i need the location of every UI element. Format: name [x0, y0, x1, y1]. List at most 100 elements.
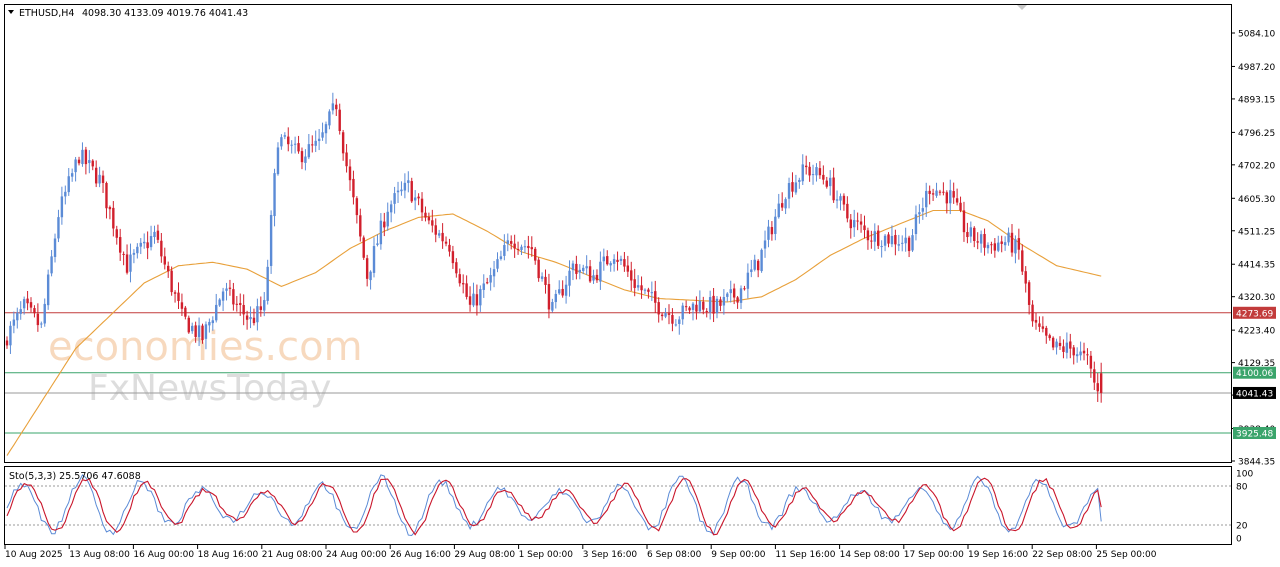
- candle-body: [1051, 337, 1055, 348]
- candle-body: [19, 309, 22, 314]
- candle-body: [345, 152, 348, 167]
- candle-body: [29, 302, 33, 308]
- candle-body: [588, 266, 592, 282]
- candle-body: [118, 237, 122, 253]
- x-tick-label: 3 Sep 16:00: [583, 550, 638, 560]
- candle: [46, 269, 50, 310]
- candle-body: [276, 147, 280, 175]
- candle-body: [612, 259, 616, 264]
- candle: [410, 177, 413, 203]
- candle-body: [684, 306, 688, 308]
- candle-body: [1093, 369, 1096, 383]
- candle-body: [856, 220, 859, 222]
- candle-body: [22, 299, 26, 309]
- candle-body: [866, 230, 870, 241]
- candle-body: [691, 303, 695, 310]
- candle-body: [750, 269, 753, 273]
- candle-body: [537, 259, 540, 279]
- candle-body: [918, 212, 921, 215]
- candle-body: [252, 317, 256, 324]
- candle-body: [952, 191, 955, 198]
- candle-body: [1021, 250, 1024, 272]
- candle-body: [554, 293, 557, 303]
- candle-body: [43, 303, 46, 324]
- y-tick-label: 3844.35: [1238, 458, 1275, 468]
- candle-body: [1099, 373, 1103, 393]
- candle-body: [122, 253, 125, 255]
- candle-body: [215, 304, 218, 321]
- candle-body: [513, 243, 516, 249]
- x-tick-label: 13 Aug 08:00: [69, 550, 130, 560]
- candle-body: [829, 177, 832, 187]
- candle-body: [503, 245, 506, 256]
- candle-body: [962, 210, 966, 233]
- candle-body: [321, 132, 324, 138]
- candle-body: [355, 198, 359, 216]
- candle: [760, 248, 763, 273]
- candle-body: [729, 289, 732, 294]
- ohlc-values: 4098.30 4133.09 4019.76 4041.43: [82, 8, 248, 19]
- candle-body: [396, 190, 400, 193]
- candle-body: [695, 304, 698, 312]
- candle-body: [753, 259, 756, 270]
- candle-body: [427, 216, 431, 221]
- candle-body: [571, 263, 575, 271]
- stoch-level-label: 100: [1236, 470, 1253, 480]
- candle-body: [561, 288, 564, 296]
- candle-body: [633, 279, 636, 288]
- candle-body: [91, 160, 94, 167]
- candle-body: [688, 307, 691, 311]
- candle-body: [444, 241, 448, 244]
- candle-body: [448, 244, 451, 252]
- candle-body: [403, 182, 407, 191]
- candle-body: [780, 203, 784, 208]
- candle-body: [372, 246, 376, 273]
- candle-body: [197, 325, 201, 338]
- candle-body: [468, 296, 472, 305]
- candle-body: [578, 269, 582, 273]
- candle-body: [921, 208, 925, 212]
- candle-body: [904, 237, 907, 244]
- x-tick-label: 29 Aug 08:00: [454, 550, 515, 560]
- candle-body: [1079, 351, 1082, 356]
- candle-body: [280, 137, 283, 147]
- candle-body: [959, 202, 962, 211]
- candle-body: [81, 149, 84, 165]
- candle-body: [719, 299, 722, 306]
- candle-body: [1086, 354, 1089, 356]
- candle-body: [499, 256, 503, 259]
- candle-body: [616, 259, 619, 262]
- candle-body: [530, 247, 533, 250]
- candle-body: [160, 240, 163, 257]
- candle-body: [986, 244, 990, 249]
- candle-body: [290, 144, 293, 146]
- candle-body: [386, 211, 389, 227]
- candle-body: [592, 275, 595, 281]
- candle-body: [235, 303, 239, 305]
- candle-body: [1062, 346, 1065, 352]
- candle-body: [287, 136, 290, 145]
- candle-body: [870, 240, 873, 242]
- candle-body: [808, 166, 811, 176]
- candle-body: [410, 181, 413, 202]
- candle-body: [1038, 323, 1041, 327]
- candle-body: [437, 233, 441, 236]
- candle-body: [245, 315, 249, 320]
- candle-body: [163, 256, 166, 265]
- candle-body: [98, 174, 101, 184]
- candle-body: [417, 196, 420, 199]
- candle-body: [763, 240, 767, 249]
- watermark-line2: FxNewsToday: [88, 368, 331, 409]
- candle-body: [492, 269, 496, 277]
- candle-body: [1045, 327, 1048, 336]
- candle-body: [33, 308, 36, 314]
- candle-body: [184, 307, 187, 317]
- candle-body: [232, 289, 235, 305]
- candle-body: [173, 292, 177, 294]
- candle-body: [945, 192, 949, 204]
- candle-body: [1024, 271, 1027, 284]
- candle-body: [846, 203, 849, 219]
- candle-body: [36, 313, 40, 326]
- candle-body: [746, 272, 750, 289]
- candle-body: [674, 324, 678, 326]
